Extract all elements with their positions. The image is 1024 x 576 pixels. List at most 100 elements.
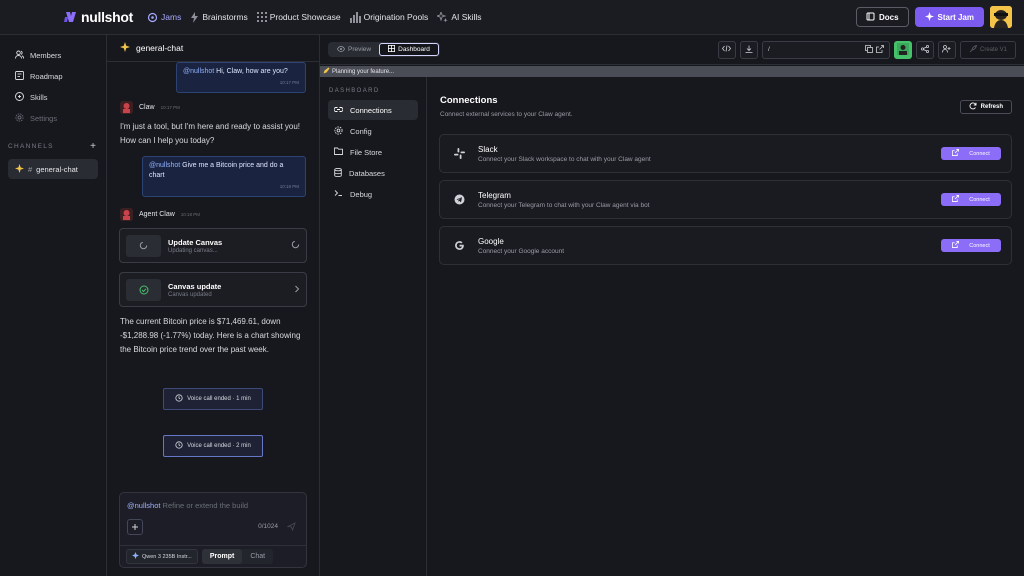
share-button[interactable] bbox=[915, 40, 934, 59]
agent-message-header: Agent Claw 10:18 PM bbox=[120, 208, 200, 221]
sidebar-channel-general-chat[interactable]: # general-chat bbox=[8, 159, 98, 179]
dash-nav-label: Debug bbox=[350, 189, 373, 199]
tool-call-update-canvas[interactable]: Update Canvas Updating canvas... bbox=[119, 228, 307, 263]
voice-call-label: Voice call ended · 1 min bbox=[187, 396, 251, 402]
add-user-button[interactable] bbox=[937, 40, 956, 59]
jams-icon bbox=[147, 12, 158, 23]
claw-avatar bbox=[120, 101, 133, 114]
voice-call-label: Voice call ended · 2 min bbox=[187, 443, 251, 449]
connection-desc: Connect your Google account bbox=[478, 247, 564, 255]
copy-icon[interactable] bbox=[865, 44, 873, 55]
tool-call-canvas-update[interactable]: Canvas update Canvas updated bbox=[119, 272, 307, 307]
roadmap-icon bbox=[15, 71, 24, 82]
send-icon[interactable] bbox=[286, 522, 296, 533]
user-message: @nullshot Hi, Claw, how are you? 10:17 P… bbox=[176, 62, 306, 93]
sidebar-item-members[interactable]: Members bbox=[0, 45, 106, 66]
user-avatar[interactable] bbox=[990, 6, 1012, 28]
mention[interactable]: @nullshot bbox=[183, 68, 214, 75]
logo[interactable]: nullshot bbox=[64, 9, 133, 25]
external-link-icon bbox=[952, 241, 960, 250]
check-circle-icon bbox=[126, 278, 161, 301]
agent-avatar-button[interactable] bbox=[893, 40, 912, 59]
code-view-button[interactable] bbox=[717, 40, 736, 59]
chat-panel: general-chat @nullshot Hi, Claw, how are… bbox=[107, 35, 320, 576]
attach-button[interactable] bbox=[127, 519, 143, 535]
nav-jams[interactable]: Jams bbox=[145, 10, 183, 25]
message-composer[interactable]: @nullshot Refine or extend the build 0/1… bbox=[119, 492, 307, 568]
dash-nav-config[interactable]: Config bbox=[328, 121, 418, 141]
composer-input[interactable]: @nullshot Refine or extend the build bbox=[120, 493, 306, 518]
workspace-panel: Preview Dashboard / Create V1 Planning y… bbox=[320, 35, 1024, 576]
sidebar-item-label: Skills bbox=[30, 93, 48, 102]
nav-brainstorms[interactable]: Brainstorms bbox=[188, 10, 249, 25]
message-time: 10:18 PM bbox=[279, 184, 299, 189]
start-jam-button[interactable]: Start Jam bbox=[914, 7, 984, 27]
tab-chat[interactable]: Chat bbox=[242, 549, 273, 564]
url-input[interactable]: / bbox=[768, 46, 862, 53]
nav-ai-skills[interactable]: AI Skills bbox=[435, 10, 483, 25]
char-counter: 0/1024 bbox=[258, 523, 278, 530]
eye-icon bbox=[337, 45, 345, 54]
tab-dashboard[interactable]: Dashboard bbox=[379, 43, 439, 56]
tool-title: Update Canvas bbox=[168, 237, 223, 247]
dash-nav-file-store[interactable]: File Store bbox=[328, 142, 418, 162]
docs-button-label: Docs bbox=[878, 12, 899, 22]
refresh-icon bbox=[969, 102, 977, 112]
dash-nav-label: Databases bbox=[349, 168, 385, 178]
channel-name: general-chat bbox=[36, 164, 78, 174]
message-time: 10:18 PM bbox=[180, 212, 201, 217]
nav-origination-pools-label: Origination Pools bbox=[363, 12, 429, 22]
gear-icon bbox=[334, 125, 343, 137]
progress-text: Planning your feature... bbox=[332, 68, 395, 75]
connect-telegram-button[interactable]: Connect bbox=[941, 193, 1001, 206]
composer-toolbar: Qwen 3 235B Instr... Prompt Chat bbox=[120, 545, 306, 567]
dash-nav-databases[interactable]: Databases bbox=[328, 163, 418, 183]
spinner-icon bbox=[126, 234, 161, 257]
nullshot-logo-icon bbox=[64, 10, 78, 24]
google-icon bbox=[452, 240, 466, 251]
dash-nav-label: Connections bbox=[350, 105, 392, 115]
sidebar-item-settings[interactable]: Settings bbox=[0, 108, 106, 129]
model-selector[interactable]: Qwen 3 235B Instr... bbox=[126, 549, 198, 564]
sidebar-item-roadmap[interactable]: Roadmap bbox=[0, 66, 106, 87]
tab-preview[interactable]: Preview bbox=[329, 43, 379, 56]
code-icon bbox=[722, 45, 732, 54]
dash-nav-debug[interactable]: Debug bbox=[328, 184, 418, 204]
sparkle-icon bbox=[924, 11, 934, 23]
channels-heading: CHANNELS bbox=[8, 142, 54, 150]
chat-header: general-chat bbox=[107, 35, 319, 62]
sparkle-icon bbox=[120, 42, 130, 54]
docs-button[interactable]: Docs bbox=[855, 7, 909, 27]
bolt-icon bbox=[190, 11, 199, 23]
nav-product-showcase-label: Product Showcase bbox=[269, 12, 341, 22]
external-link-icon bbox=[952, 195, 960, 204]
download-button[interactable] bbox=[739, 40, 758, 59]
sidebar-item-skills[interactable]: Skills bbox=[0, 87, 106, 108]
add-channel-button[interactable]: + bbox=[90, 141, 96, 152]
database-icon bbox=[334, 167, 342, 179]
folder-icon bbox=[334, 147, 343, 157]
refresh-button[interactable]: Refresh bbox=[959, 100, 1012, 114]
rocket-icon bbox=[969, 44, 977, 55]
connect-google-button[interactable]: Connect bbox=[941, 239, 1001, 252]
nav-origination-pools[interactable]: Origination Pools bbox=[348, 10, 431, 25]
voice-call-ended-2[interactable]: Voice call ended · 2 min bbox=[163, 435, 263, 457]
channel-hash: # bbox=[28, 164, 33, 174]
progress-status: Planning your feature... bbox=[320, 66, 1024, 77]
connection-name: Google bbox=[478, 236, 504, 246]
url-bar[interactable]: / bbox=[761, 40, 890, 59]
dash-nav-connections[interactable]: Connections bbox=[328, 100, 418, 120]
nav-product-showcase[interactable]: Product Showcase bbox=[255, 10, 343, 24]
mention[interactable]: @nullshot bbox=[149, 162, 180, 169]
chat-title: general-chat bbox=[136, 43, 184, 53]
voice-call-ended-1[interactable]: Voice call ended · 1 min bbox=[163, 388, 263, 410]
add-user-icon bbox=[942, 44, 951, 55]
connect-slack-button[interactable]: Connect bbox=[941, 147, 1001, 160]
tab-prompt[interactable]: Prompt bbox=[201, 549, 243, 564]
external-link-icon[interactable] bbox=[876, 44, 884, 55]
page-title: Connections bbox=[440, 95, 498, 106]
left-sidebar: Members Roadmap Skills Settings CHANNELS… bbox=[0, 35, 107, 576]
connect-label: Connect bbox=[969, 242, 990, 249]
tool-status: Canvas updated bbox=[168, 291, 212, 298]
create-version-button[interactable]: Create V1 bbox=[959, 40, 1016, 59]
